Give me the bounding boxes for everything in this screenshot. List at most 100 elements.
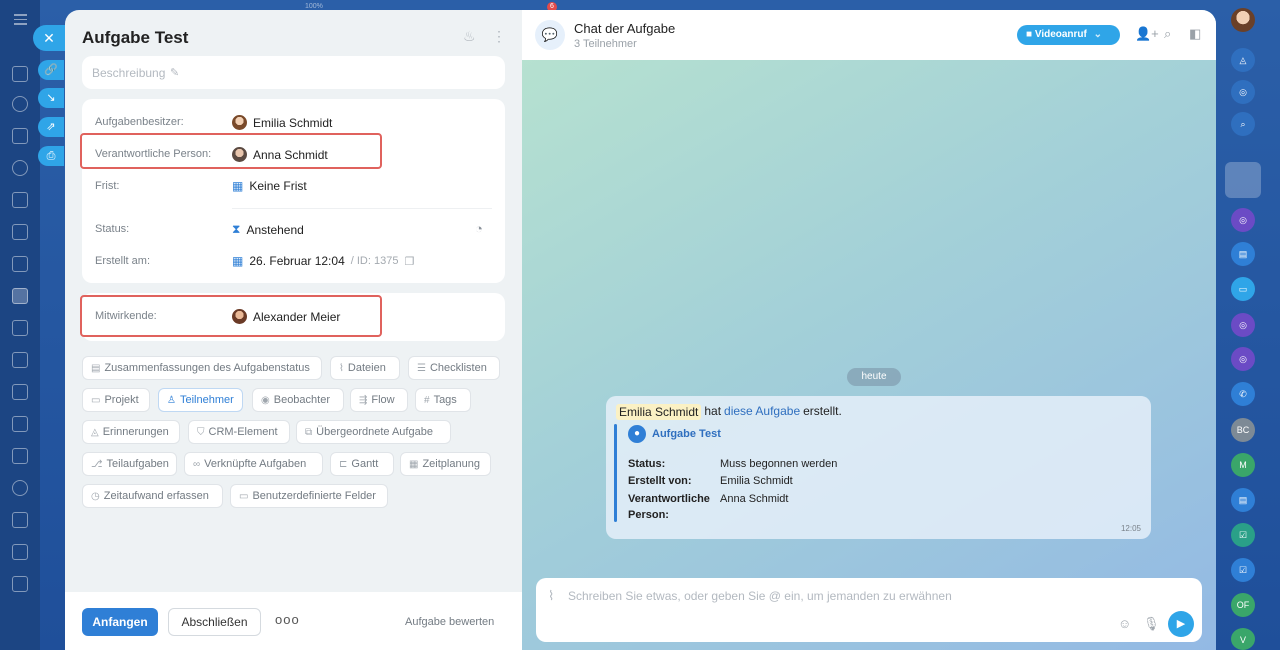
owner-value[interactable]: Emilia Schmidt bbox=[232, 115, 332, 130]
created-date: 26. Februar 12:04 bbox=[249, 254, 345, 268]
contact-card-icon[interactable]: ▤ bbox=[1231, 242, 1255, 266]
contact-avatar-m[interactable]: M bbox=[1231, 453, 1255, 477]
zoom-hint: 100% bbox=[305, 3, 323, 10]
calendar-icon[interactable] bbox=[12, 192, 28, 208]
filter-icon[interactable] bbox=[12, 544, 28, 560]
search-icon[interactable]: ⌕ bbox=[1164, 26, 1171, 42]
chip-participants[interactable]: ♙ Teilnehmer bbox=[158, 388, 243, 412]
contacts-icon[interactable] bbox=[12, 160, 28, 176]
quote-created-by-label: Erstellt von: bbox=[628, 475, 692, 487]
chip-parent-task[interactable]: ⧉ Übergeordnete Aufgabe bbox=[296, 420, 451, 444]
home-icon[interactable] bbox=[12, 66, 28, 82]
contact-avatar-bc[interactable]: BC bbox=[1231, 418, 1255, 442]
print-icon[interactable]: ⎙ bbox=[38, 146, 64, 166]
chat-bubble-icon[interactable]: ▭ bbox=[1231, 277, 1255, 301]
channel-icon[interactable]: ◎ bbox=[1231, 347, 1255, 371]
status-text: Anstehend bbox=[246, 222, 304, 237]
search-chat-icon[interactable]: ⌕ bbox=[1231, 112, 1255, 136]
phone-icon[interactable]: ✆ bbox=[1231, 382, 1255, 406]
description-field[interactable]: Beschreibung ✎ bbox=[82, 56, 505, 89]
feed-icon[interactable] bbox=[12, 96, 28, 112]
parent-task-icon: ⧉ bbox=[305, 427, 313, 438]
start-button[interactable]: Anfangen bbox=[82, 608, 158, 636]
recent-chat-avatar[interactable] bbox=[1225, 162, 1261, 198]
tasks-icon[interactable] bbox=[12, 128, 28, 144]
chip-subtasks[interactable]: ⎇ Teilaufgaben bbox=[82, 452, 177, 476]
chat-participants-count[interactable]: 3 Teilnehmer bbox=[574, 38, 637, 50]
flame-icon[interactable]: ♨ bbox=[463, 28, 476, 45]
paperclip-icon: ⌇ bbox=[339, 363, 344, 374]
bell-icon[interactable]: ◬ bbox=[1231, 48, 1255, 72]
target-icon[interactable]: ◎ bbox=[1231, 80, 1255, 104]
more-vertical-icon[interactable]: ⋮ bbox=[492, 28, 506, 45]
edit-icon[interactable] bbox=[12, 384, 28, 400]
contact-card-icon[interactable]: ▤ bbox=[1231, 488, 1255, 512]
checklist-icon[interactable] bbox=[12, 288, 28, 304]
quote-status-label: Status: bbox=[628, 458, 666, 470]
store-icon[interactable] bbox=[12, 416, 28, 432]
chip-checklists[interactable]: ☰ Checklisten bbox=[408, 356, 500, 380]
contact-avatar-v[interactable]: V bbox=[1231, 628, 1255, 650]
subtask-icon: ⎇ bbox=[91, 459, 103, 470]
close-icon[interactable]: ✕ bbox=[33, 25, 69, 51]
chip-custom-fields[interactable]: ▭ Benutzerdefinierte Felder bbox=[230, 484, 388, 508]
chip-observers[interactable]: ◉ Beobachter bbox=[252, 388, 344, 412]
grid-icon[interactable] bbox=[12, 576, 28, 592]
video-call-button[interactable]: ■ Videoanruf ⌄ bbox=[1017, 25, 1120, 45]
chip-files[interactable]: ⌇ Dateien bbox=[330, 356, 400, 380]
open-external-icon[interactable]: ⇗ bbox=[38, 117, 64, 137]
send-button[interactable]: ▶ bbox=[1168, 611, 1194, 637]
crm-icon[interactable] bbox=[12, 224, 28, 240]
chip-time-tracking[interactable]: ◷ Zeitaufwand erfassen bbox=[82, 484, 223, 508]
copy-icon[interactable]: ❐ bbox=[404, 255, 414, 268]
task-link[interactable]: diese Aufgabe bbox=[724, 404, 800, 420]
person-icon: ● bbox=[628, 425, 646, 443]
emoji-icon[interactable]: ☺ bbox=[1118, 616, 1131, 631]
rate-task-link[interactable]: Aufgabe bewerten bbox=[405, 616, 494, 628]
document-icon[interactable] bbox=[12, 448, 28, 464]
sites-icon[interactable] bbox=[12, 256, 28, 272]
finish-button[interactable]: Abschließen bbox=[168, 608, 261, 636]
add-user-icon[interactable]: 👤+ bbox=[1135, 26, 1159, 42]
chip-scheduling[interactable]: ▦ Zeitplanung bbox=[400, 452, 491, 476]
paperclip-icon[interactable]: ⌇ bbox=[548, 588, 554, 604]
checklist-icon[interactable]: ☑ bbox=[1231, 558, 1255, 582]
user-avatar[interactable] bbox=[1231, 8, 1255, 32]
card-icon[interactable] bbox=[12, 512, 28, 528]
chat-title: Chat der Aufgabe bbox=[574, 21, 676, 36]
folder-icon: ▭ bbox=[91, 395, 101, 406]
chip-linked-tasks[interactable]: ∞ Verknüpfte Aufgaben bbox=[184, 452, 323, 476]
chip-tags[interactable]: # Tags bbox=[415, 388, 471, 412]
chip-reminders[interactable]: ◬ Erinnerungen bbox=[82, 420, 180, 444]
chip-status-summary[interactable]: ▤ Zusammenfassungen des Aufgabenstatus bbox=[82, 356, 322, 380]
owner-label: Aufgabenbesitzer: bbox=[95, 116, 184, 128]
quote-title[interactable]: ● Aufgabe Test bbox=[628, 425, 721, 443]
deadline-value[interactable]: ▦ Keine Frist bbox=[232, 179, 307, 193]
checklist-icon: ☰ bbox=[417, 363, 426, 374]
avatar bbox=[232, 115, 247, 130]
chat-icon[interactable] bbox=[12, 352, 28, 368]
download-icon[interactable]: ↘ bbox=[38, 88, 64, 108]
chevron-down-icon[interactable]: ⌄ bbox=[1094, 29, 1102, 40]
chip-crm[interactable]: ⛉ CRM-Element bbox=[188, 420, 290, 444]
microphone-icon[interactable]: 🎙 bbox=[1143, 616, 1160, 632]
channel-icon[interactable]: ◎ bbox=[1231, 208, 1255, 232]
chip-project[interactable]: ▭ Projekt bbox=[82, 388, 150, 412]
chip-gantt[interactable]: ⊏ Gantt bbox=[330, 452, 394, 476]
calendar-icon: ▦ bbox=[409, 459, 419, 470]
timer-icon[interactable]: ◔ bbox=[475, 221, 483, 236]
globe-icon[interactable] bbox=[12, 480, 28, 496]
checklist-icon[interactable]: ☑ bbox=[1231, 523, 1255, 547]
contact-avatar-of[interactable]: OF bbox=[1231, 593, 1255, 617]
chip-flow[interactable]: ⇶ Flow bbox=[350, 388, 408, 412]
message-composer[interactable]: ⌇ Schreiben Sie etwas, oder geben Sie @ … bbox=[536, 578, 1202, 642]
deadline-text: Keine Frist bbox=[249, 179, 307, 193]
mail-icon[interactable] bbox=[12, 320, 28, 336]
channel-icon[interactable]: ◎ bbox=[1231, 313, 1255, 337]
task-panel: Aufgabe Test ♨ ⋮ Beschreibung ✎ Aufgaben… bbox=[65, 10, 522, 650]
menu-icon[interactable] bbox=[14, 14, 27, 28]
author-mention[interactable]: Emilia Schmidt bbox=[616, 404, 702, 420]
more-actions-button[interactable]: ooo bbox=[275, 612, 300, 627]
sidebar-toggle-icon[interactable]: ◧ bbox=[1189, 26, 1201, 42]
link-icon[interactable]: 🔗 bbox=[38, 60, 64, 80]
